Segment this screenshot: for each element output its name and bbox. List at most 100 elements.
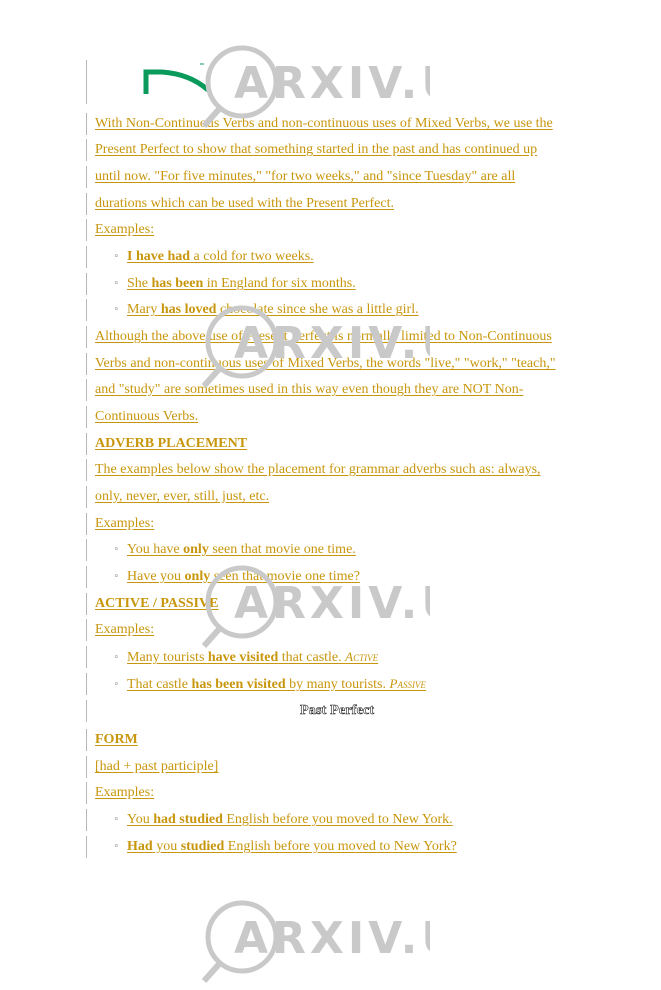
paragraph-line[interactable]: durations which can be used with the Pre… [86,193,394,215]
examples-label-text[interactable]: Examples: [95,785,154,800]
example-pre: You have [127,542,184,558]
example-link[interactable]: Have you only seen that movie one time? [127,569,360,584]
example-pre: You [127,812,154,828]
example-link[interactable]: She has been in England for six months. [127,276,356,291]
example-bold: has loved [160,302,217,318]
bullet-icon: ◦ [113,252,119,262]
link-text[interactable]: With Non-Continuous Verbs and non-contin… [95,116,553,131]
list-item[interactable]: ◦ That castle has been visited by many to… [86,673,426,695]
past-perfect-title: Past Perfect [300,703,375,719]
examples-label[interactable]: Examples: [86,513,154,535]
form-line[interactable]: [had + past participle] [86,756,218,778]
example-bold: I have had [127,249,191,265]
paragraph-line[interactable]: Continuous Verbs. [86,406,198,428]
bullet-icon: ◦ [113,545,119,555]
link-text[interactable]: durations which can be used with the Pre… [95,196,394,211]
list-item[interactable]: ◦ I have had a cold for two weeks. [86,246,314,268]
section-heading[interactable]: ADVERB PLACEMENT [86,433,247,455]
bullet-icon: ◦ [113,572,119,582]
margin-bar [86,700,95,722]
example-pre: That castle [127,677,192,692]
bullet-icon: ◦ [113,842,119,852]
link-text[interactable]: Continuous Verbs. [95,409,198,424]
bullet-icon: ◦ [113,652,119,663]
example-pre: Have you [127,569,185,585]
example-pre: She [127,276,152,292]
bullet-icon: ◦ [113,679,119,690]
list-item[interactable]: ◦ She has been in England for six months. [86,273,356,295]
link-text[interactable]: Verbs and non-continuous uses of Mixed V… [95,356,556,371]
example-post: chocolate since she was a little girl. [216,302,419,318]
link-text[interactable]: Although the above use of Present Perfec… [95,329,552,344]
link-text[interactable]: and "study" are sometimes used in this w… [95,382,523,397]
example-link[interactable]: Mary has loved chocolate since she was a… [127,302,419,317]
examples-label[interactable]: Examples: [86,619,154,641]
example-bold: only [184,569,211,585]
watermark-text: ARXIV.UZ [234,913,430,964]
paragraph-line[interactable]: only, never, ever, still, just, etc. [86,486,269,508]
example-bold-first: Had [127,839,153,855]
example-pre: you [152,839,181,855]
paragraph-line[interactable]: Present Perfect to show that something s… [86,139,537,161]
example-bold: studied [180,839,225,855]
form-text[interactable]: [had + past participle] [95,759,218,774]
examples-label[interactable]: Examples: [86,219,154,241]
form-heading[interactable]: FORM [95,732,138,747]
example-post: in England for six months. [203,276,356,292]
example-link[interactable]: That castle has been visited by many tou… [127,676,426,692]
watermark: ARXIV.UZ [200,895,493,985]
bullet-icon: ◦ [113,305,119,315]
list-item[interactable]: ◦ Had you studied English before you move… [86,836,457,858]
example-post: seen that movie one time? [210,569,360,585]
examples-label-text[interactable]: Examples: [95,622,154,637]
paragraph-line[interactable]: Verbs and non-continuous uses of Mixed V… [86,353,556,375]
example-bold: has been [151,276,204,292]
list-item[interactable]: ◦ Have you only seen that movie one time? [86,566,360,588]
example-link[interactable]: Had you studied English before you moved… [127,839,457,854]
example-link[interactable]: You had studied English before you moved… [127,812,453,827]
magnifier-watermark-icon: ARXIV.UZ [201,900,493,983]
example-post: English before you moved to New York? [224,839,457,855]
green-arc-logo-icon [140,60,220,106]
example-link[interactable]: You have only seen that movie one time. [127,542,356,557]
example-bold: have visited [207,650,279,665]
list-item[interactable]: ◦ You had studied English before you move… [86,809,453,831]
example-post: by many tourists. [285,677,390,692]
example-link[interactable]: I have had a cold for two weeks. [127,249,314,264]
examples-label-text[interactable]: Examples: [95,222,154,237]
list-item[interactable]: ◦ Mary has loved chocolate since she was … [86,299,419,321]
example-pre: Many tourists [127,650,208,665]
link-text[interactable]: Present Perfect to show that something s… [95,142,537,157]
section-heading[interactable]: FORM [86,729,138,751]
examples-label-text[interactable]: Examples: [95,516,154,531]
document-page: With Non-Continuous Verbs and non-contin… [0,0,661,983]
paragraph-line[interactable]: The examples below show the placement fo… [86,459,541,481]
example-post: a cold for two weeks. [190,249,314,265]
list-item[interactable]: ◦ Many tourists have visited that castle.… [86,646,378,668]
example-bold: only [183,542,209,558]
watermark-text: ARXIV.UZ [234,58,430,109]
voice-tag: Passive [389,676,426,691]
active-passive-heading[interactable]: ACTIVE / PASSIVE [95,596,218,611]
examples-label[interactable]: Examples: [86,782,154,804]
example-post: that castle. [278,650,346,665]
voice-tag: Active [345,649,379,664]
paragraph-line[interactable]: With Non-Continuous Verbs and non-contin… [86,113,553,135]
paragraph-line[interactable]: until now. "For five minutes," "for two … [86,166,515,188]
paragraph-line[interactable]: and "study" are sometimes used in this w… [86,379,523,401]
link-text[interactable]: until now. "For five minutes," "for two … [95,169,515,184]
bullet-icon: ◦ [113,279,119,289]
example-bold: has been visited [191,677,286,692]
link-text[interactable]: only, never, ever, still, just, etc. [95,489,269,504]
margin-bar [86,60,95,82]
bullet-icon: ◦ [113,815,119,825]
example-link[interactable]: Many tourists have visited that castle. … [127,649,379,665]
example-post: English before you moved to New York. [222,812,453,828]
example-pre: Mary [127,302,161,318]
list-item[interactable]: ◦ You have only seen that movie one time. [86,539,356,561]
example-post: seen that movie one time. [208,542,356,558]
paragraph-line[interactable]: Although the above use of Present Perfec… [86,326,552,348]
section-heading[interactable]: ACTIVE / PASSIVE [86,593,218,615]
link-text[interactable]: The examples below show the placement fo… [95,462,541,477]
adverb-placement-heading[interactable]: ADVERB PLACEMENT [95,436,247,451]
